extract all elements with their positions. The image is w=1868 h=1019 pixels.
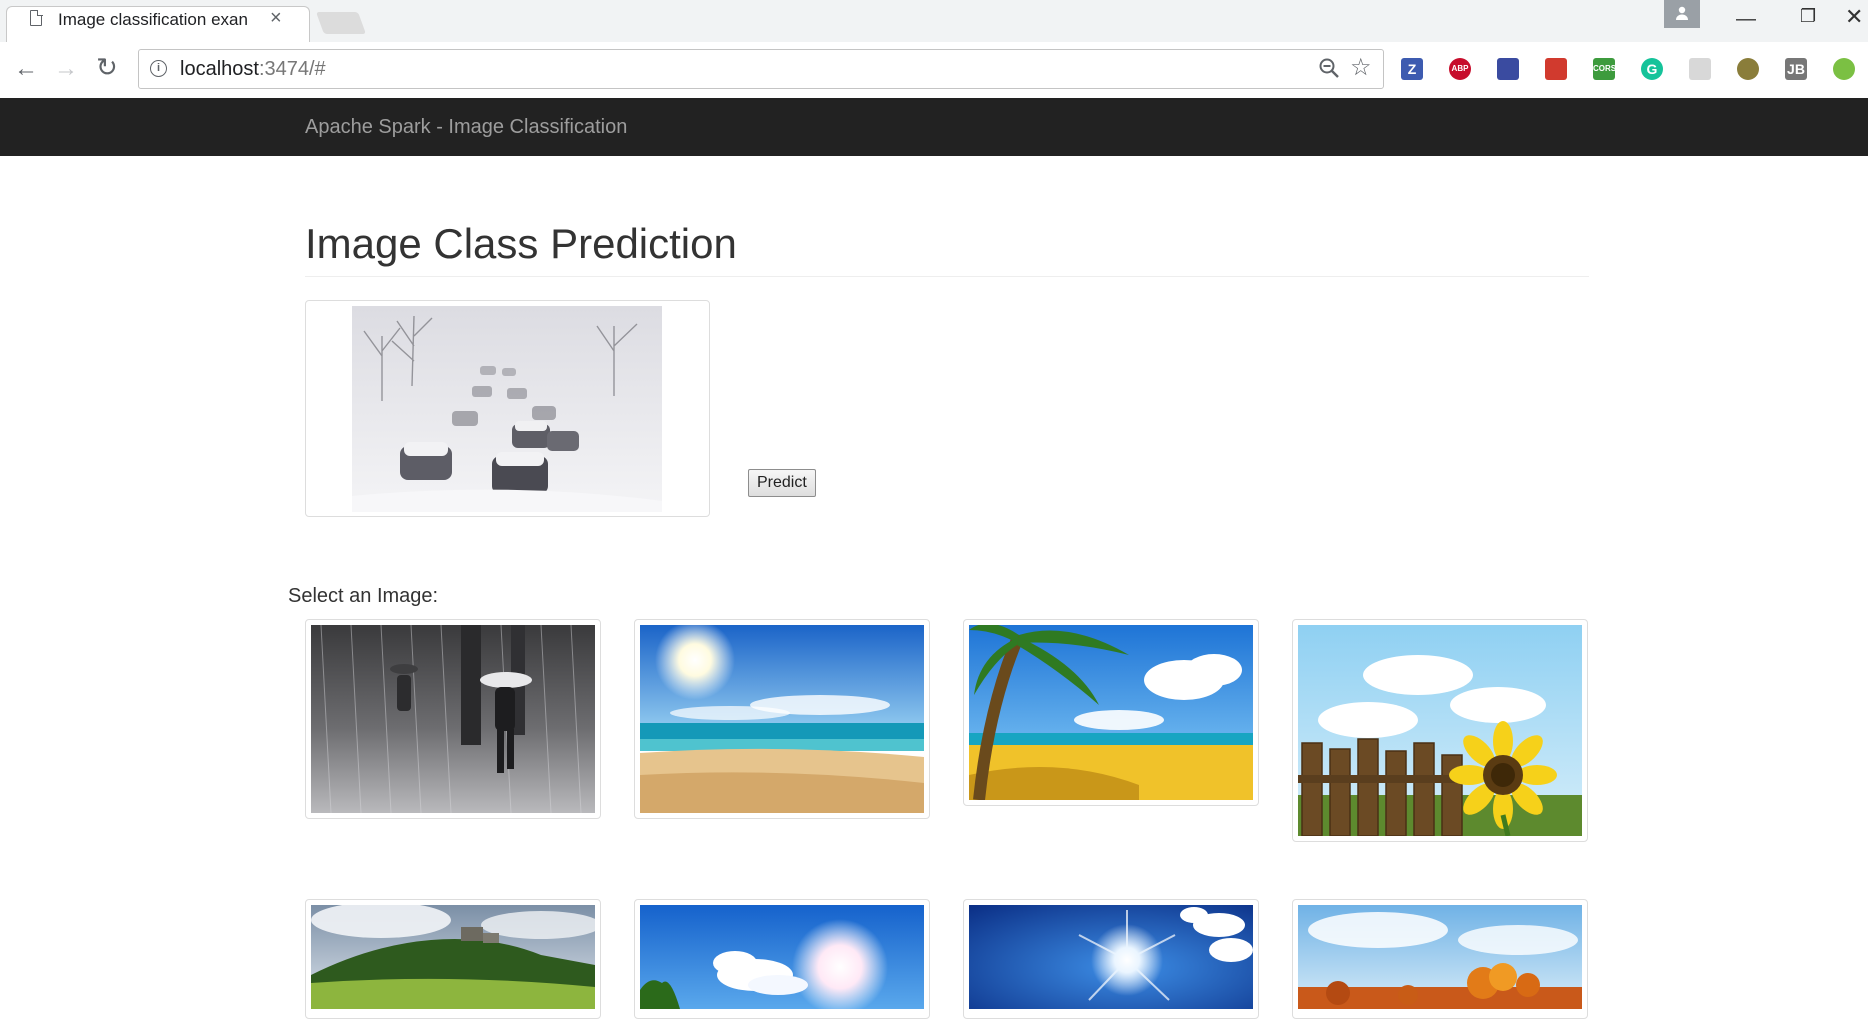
extension-shield-icon[interactable] — [1737, 58, 1759, 80]
forward-arrow-icon[interactable]: → — [54, 55, 78, 83]
tab-close-icon[interactable]: × — [270, 7, 282, 30]
sunflower-fence-image[interactable] — [1298, 625, 1582, 836]
palm-beach-image[interactable] — [969, 625, 1253, 800]
url-path: :3474/# — [258, 58, 326, 80]
select-image-label: Select an Image: — [288, 585, 439, 607]
sunny-beach-image[interactable] — [640, 625, 924, 813]
autumn-trees-image[interactable] — [1298, 905, 1582, 1009]
bright-sun-blue-sky-image[interactable] — [969, 905, 1253, 1009]
page-title: Image Class Prediction — [305, 220, 737, 267]
sun-sky-clouds-image[interactable] — [640, 905, 924, 1009]
rain-umbrella-image[interactable] — [311, 625, 595, 813]
extension-smiley-icon[interactable] — [1833, 58, 1855, 80]
extension-book-icon[interactable] — [1545, 58, 1567, 80]
window-restore-icon[interactable]: ❐ — [1800, 6, 1816, 27]
new-tab-button[interactable] — [315, 12, 367, 34]
extension-flag-icon[interactable] — [1497, 58, 1519, 80]
title-divider — [305, 276, 1589, 277]
snowy-road-traffic-image — [352, 306, 662, 512]
predict-button[interactable]: Predict — [748, 469, 816, 497]
bookmark-star-icon[interactable]: ☆ — [1350, 53, 1372, 82]
zotero-extension-icon[interactable]: Z — [1401, 58, 1423, 80]
profile-avatar-icon[interactable] — [1664, 0, 1700, 28]
window-close-icon[interactable]: ✕ — [1845, 4, 1863, 30]
reload-icon[interactable]: ↻ — [96, 52, 118, 83]
back-arrow-icon[interactable]: ← — [14, 55, 38, 83]
adblock-plus-icon[interactable]: ABP — [1449, 58, 1471, 80]
navbar-brand[interactable]: Apache Spark - Image Classification — [305, 116, 627, 139]
extension-swirl-icon[interactable] — [1689, 58, 1711, 80]
cors-extension-icon[interactable]: CORS — [1593, 58, 1616, 80]
tab-title[interactable]: Image classification exan — [58, 10, 268, 30]
jetbrains-extension-icon[interactable]: JB — [1785, 58, 1807, 80]
grammarly-icon[interactable]: G — [1641, 58, 1663, 80]
url-host: localhost — [180, 58, 259, 80]
url-text[interactable]: localhost:3474/# — [180, 58, 326, 81]
document-icon — [30, 9, 43, 26]
site-info-icon[interactable]: i — [150, 60, 167, 77]
window-minimize-icon[interactable]: — — [1736, 8, 1756, 31]
zoom-out-icon[interactable] — [1318, 57, 1340, 84]
green-hill-castle-image[interactable] — [311, 905, 595, 1009]
app-navbar — [0, 98, 1868, 156]
